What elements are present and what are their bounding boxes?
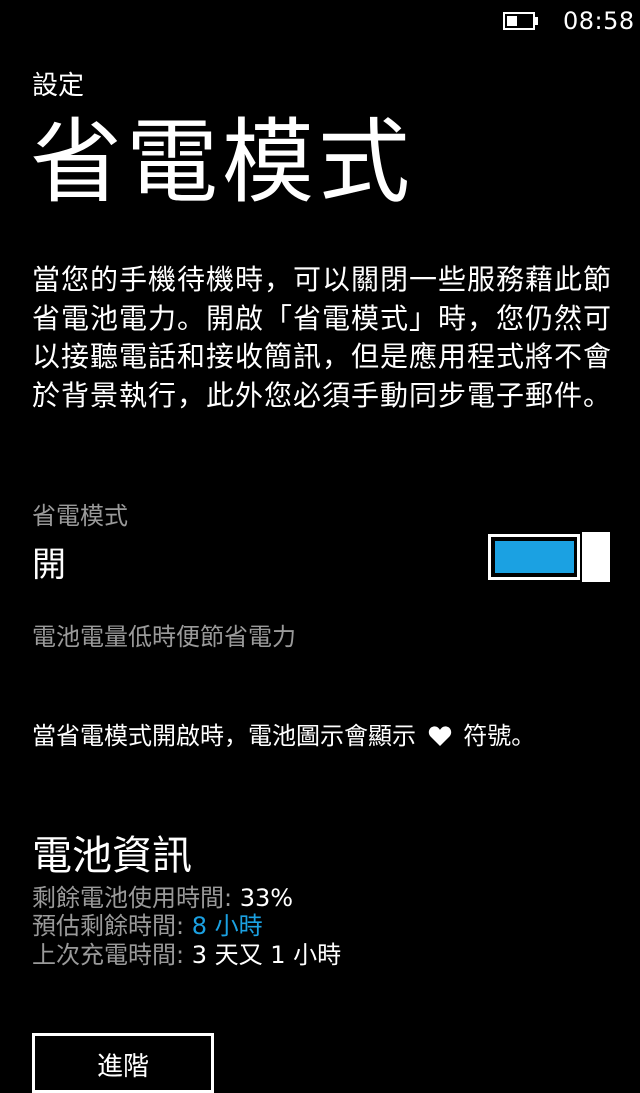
status-time: 08:58 xyxy=(563,7,635,35)
last-charged-value: 3 天又 1 小時 xyxy=(191,941,342,969)
indicator-note-before: 當省電模式開啟時，電池圖示會顯示 xyxy=(32,722,416,750)
remaining-usage-label: 剩餘電池使用時間: xyxy=(32,884,233,912)
battery-saver-toggle-label: 省電模式 xyxy=(32,502,128,530)
battery-saver-toggle-state: 開 xyxy=(32,545,66,585)
battery-saver-toggle-switch[interactable] xyxy=(488,532,610,582)
indicator-note: 當省電模式開啟時，電池圖示會顯示 符號。 xyxy=(32,718,535,754)
estimated-time-row: 預估剩餘時間: 8 小時 xyxy=(32,912,263,940)
page-title: 省電模式 xyxy=(30,109,415,216)
last-charged-row: 上次充電時間: 3 天又 1 小時 xyxy=(32,941,341,969)
remaining-usage-row: 剩餘電池使用時間: 33% xyxy=(32,884,293,912)
toggle-thumb[interactable] xyxy=(582,532,610,582)
remaining-usage-value: 33% xyxy=(239,884,294,912)
toggle-fill xyxy=(495,541,574,573)
battery-icon xyxy=(503,12,538,30)
battery-info-heading: 電池資訊 xyxy=(32,833,192,879)
estimated-time-value: 8 小時 xyxy=(191,912,263,940)
settings-section-label: 設定 xyxy=(32,71,85,101)
estimated-time-label: 預估剩餘時間: xyxy=(32,912,185,940)
status-bar: 08:58 xyxy=(0,0,640,44)
heart-icon xyxy=(428,726,451,746)
last-charged-label: 上次充電時間: xyxy=(32,941,185,969)
low-battery-option[interactable]: 電池電量低時便節省電力 xyxy=(32,620,296,654)
advanced-button[interactable]: 進階 xyxy=(32,1033,214,1093)
indicator-note-after: 符號。 xyxy=(463,722,536,750)
battery-saver-description: 當您的手機待機時，可以關閉一些服務藉此節省電池電力。開啟「省電模式」時，您仍然可… xyxy=(32,263,613,412)
